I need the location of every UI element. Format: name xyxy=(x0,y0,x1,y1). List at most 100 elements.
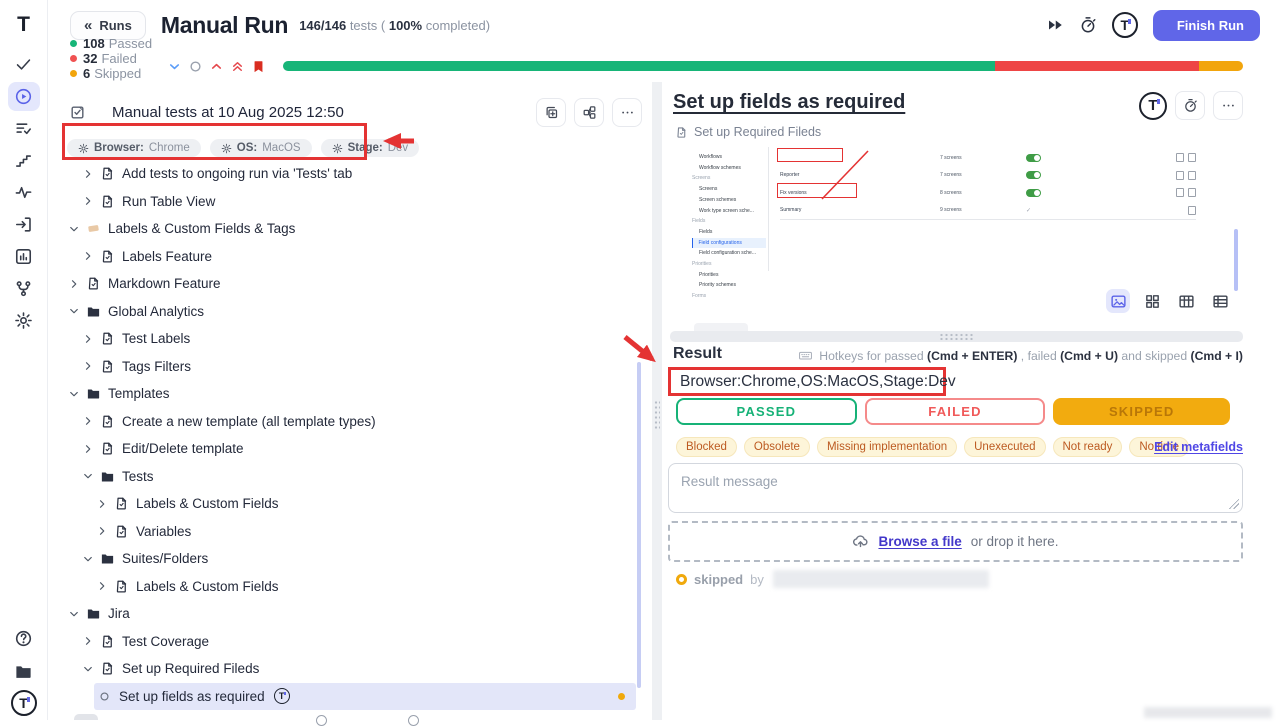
config-tag[interactable]: OS:MacOS xyxy=(210,139,312,157)
config-tag[interactable]: Browser:Chrome xyxy=(67,139,201,157)
nav-profile[interactable]: T xyxy=(11,690,37,716)
test-more-options-button[interactable] xyxy=(1213,91,1243,120)
nav-projects[interactable] xyxy=(8,657,40,686)
tree-item[interactable]: Tags Filters xyxy=(48,353,652,381)
tree-item-label: Labels & Custom Fields & Tags xyxy=(108,221,295,236)
chevron-down-icon[interactable] xyxy=(68,305,85,317)
assignee-avatar[interactable]: T xyxy=(1112,12,1138,38)
test-assignee-avatar[interactable]: T xyxy=(1139,92,1167,120)
chevron-right-icon[interactable] xyxy=(68,278,85,290)
tree-item[interactable]: Markdown Feature xyxy=(48,270,652,298)
fast-forward-icon[interactable] xyxy=(1046,16,1064,34)
chevron-right-icon[interactable] xyxy=(82,360,99,372)
chevron-right-icon[interactable] xyxy=(82,415,99,427)
tree-item[interactable]: Labels & Custom Fields xyxy=(48,490,652,518)
panel-splitter[interactable] xyxy=(652,82,662,720)
nav-imports[interactable] xyxy=(8,210,40,239)
list-view-button[interactable] xyxy=(1208,289,1232,313)
tree-item[interactable]: Set up fields as requiredT xyxy=(94,683,636,711)
nav-milestones[interactable] xyxy=(8,146,40,175)
metafield-tag[interactable]: Not ready xyxy=(1053,437,1123,457)
tree-item[interactable]: Edit/Delete template xyxy=(48,435,652,463)
tree-item[interactable]: Set up Required Fileds xyxy=(48,655,652,683)
chevron-down-icon[interactable] xyxy=(68,223,85,235)
config-tag[interactable]: Stage:Dev xyxy=(321,139,420,157)
table-view-button[interactable] xyxy=(1174,289,1198,313)
image-view-button[interactable] xyxy=(1106,289,1130,313)
tree-item[interactable]: Labels & Custom Fields & Tags xyxy=(48,215,652,243)
chevron-down-icon[interactable] xyxy=(68,388,85,400)
chevron-right-icon[interactable] xyxy=(82,168,99,180)
tree-item[interactable]: Add tests to ongoing run via 'Tests' tab xyxy=(48,160,652,188)
metafield-tag[interactable]: Blocked xyxy=(676,437,737,457)
nav-runs[interactable] xyxy=(8,82,40,111)
file-drop-zone[interactable]: Browse a file or drop it here. xyxy=(668,521,1243,562)
nav-help[interactable] xyxy=(8,624,40,653)
nav-analytics[interactable] xyxy=(8,242,40,271)
tree-item[interactable]: Run Table View xyxy=(48,188,652,216)
chevron-down-icon[interactable] xyxy=(82,553,99,565)
chevron-right-icon[interactable] xyxy=(82,195,99,207)
tree-view-button[interactable] xyxy=(574,98,604,127)
nav-plans[interactable] xyxy=(8,114,40,143)
test-title[interactable]: Set up fields as required xyxy=(673,91,905,114)
chevron-down-icon[interactable] xyxy=(82,663,99,675)
grid-view-button[interactable] xyxy=(1140,289,1164,313)
chevron-right-icon[interactable] xyxy=(82,250,99,262)
resize-handle[interactable] xyxy=(1229,499,1239,509)
screenshot-scrollbar-thumb[interactable] xyxy=(1234,229,1238,291)
tree-item[interactable]: Global Analytics xyxy=(48,298,652,326)
chevron-right-icon[interactable] xyxy=(96,580,113,592)
tree-item[interactable]: Test Labels xyxy=(48,325,652,353)
tree-scrollbar-thumb[interactable] xyxy=(637,362,641,688)
tree-item-label: Test Labels xyxy=(122,331,190,346)
nav-tests[interactable] xyxy=(8,50,40,79)
suite-name[interactable]: Set up Required Fileds xyxy=(694,125,821,139)
metafield-tag[interactable]: Obsolete xyxy=(744,437,810,457)
more-options-button[interactable] xyxy=(612,98,642,127)
chevron-down-icon[interactable] xyxy=(68,608,85,620)
result-message-input[interactable]: Result message xyxy=(668,463,1243,513)
priority-blocker-icon[interactable] xyxy=(251,59,266,74)
nav-settings[interactable] xyxy=(8,306,40,335)
failed-button[interactable]: FAILED xyxy=(865,398,1046,425)
metafield-tag[interactable]: Missing implementation xyxy=(817,437,957,457)
chevron-right-icon[interactable] xyxy=(96,525,113,537)
priority-highest-icon[interactable] xyxy=(230,59,245,74)
passed-button[interactable]: PASSED xyxy=(676,398,857,425)
duplicate-run-button[interactable] xyxy=(536,98,566,127)
tree-item[interactable]: Test Coverage xyxy=(48,628,652,656)
metafield-tag[interactable]: Unexecuted xyxy=(964,437,1045,457)
result-splitter[interactable] xyxy=(670,331,1243,342)
tree-item[interactable]: Suites/Folders xyxy=(48,545,652,573)
nav-integrations[interactable] xyxy=(8,274,40,303)
splitter-grip[interactable] xyxy=(654,400,660,430)
tree-item[interactable]: Create a new template (all template type… xyxy=(48,408,652,436)
tree-item[interactable]: Jira xyxy=(48,600,652,628)
tree-item[interactable]: Templates xyxy=(48,380,652,408)
chevron-right-icon[interactable] xyxy=(96,498,113,510)
splitter-grip[interactable] xyxy=(939,333,975,340)
priority-lowest-icon[interactable] xyxy=(167,59,182,74)
chevron-right-icon[interactable] xyxy=(82,333,99,345)
priority-high-icon[interactable] xyxy=(209,59,224,74)
tree-item[interactable]: Labels & Custom Fields xyxy=(48,573,652,601)
app-logo[interactable]: T xyxy=(17,8,30,42)
tree-item[interactable]: Variables xyxy=(48,518,652,546)
finish-run-button[interactable]: Finish Run xyxy=(1153,10,1260,41)
timer-button[interactable] xyxy=(1175,91,1205,120)
result-heading: Result xyxy=(673,345,722,363)
mini-sidebar-item: Field configurations xyxy=(692,238,766,249)
edit-metafields-link[interactable]: Edit metafields xyxy=(1154,440,1243,454)
tree-item[interactable]: Tests xyxy=(48,463,652,491)
tree-item[interactable]: Labels Feature xyxy=(48,243,652,271)
attachment-screenshot[interactable]: WorkflowsWorkflow schemesScreensScreensS… xyxy=(680,147,1210,299)
browse-file-link[interactable]: Browse a file xyxy=(878,534,961,549)
chevron-right-icon[interactable] xyxy=(82,635,99,647)
priority-none-icon[interactable] xyxy=(188,59,203,74)
skipped-button[interactable]: SKIPPED xyxy=(1053,398,1230,425)
timer-icon[interactable] xyxy=(1079,16,1097,34)
chevron-down-icon[interactable] xyxy=(82,470,99,482)
chevron-right-icon[interactable] xyxy=(82,443,99,455)
nav-pulse[interactable] xyxy=(8,178,40,207)
